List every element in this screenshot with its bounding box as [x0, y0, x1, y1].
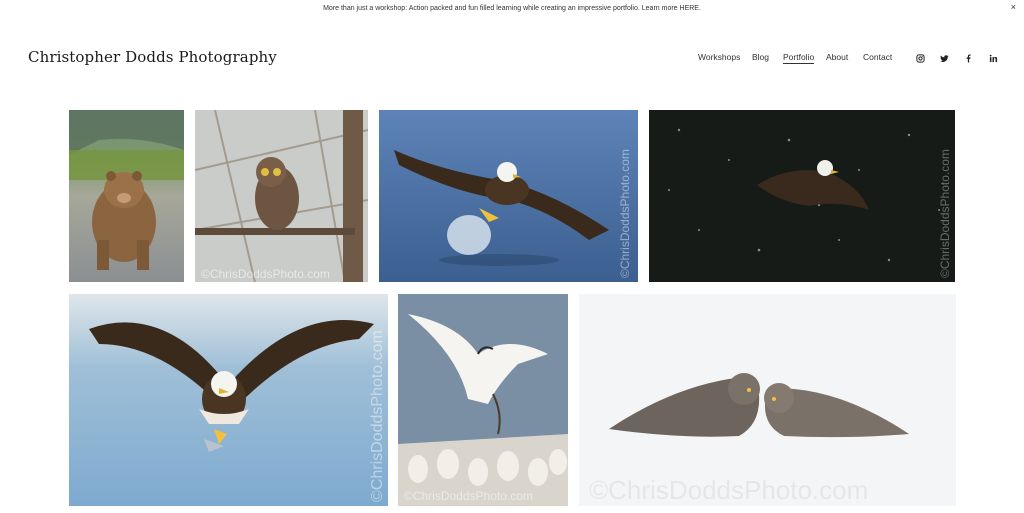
bear-cub-image — [69, 110, 184, 282]
nav-contact[interactable]: Contact — [863, 52, 892, 62]
watermark: ©ChrisDoddsPhoto.com — [589, 475, 868, 505]
photo-great-grey-owls[interactable]: ©ChrisDoddsPhoto.com — [579, 294, 956, 506]
photo-eagle-snowfall[interactable]: ©ChrisDoddsPhoto.com — [649, 110, 955, 282]
eagle-fish-image: ©ChrisDoddsPhoto.com — [69, 294, 388, 506]
gannets-image: ©ChrisDoddsPhoto.com — [398, 294, 568, 506]
nav-blog[interactable]: Blog — [752, 52, 769, 62]
watermark: ©ChrisDoddsPhoto.com — [618, 149, 632, 278]
photo-gannets[interactable]: ©ChrisDoddsPhoto.com — [398, 294, 568, 506]
nav-workshops[interactable]: Workshops — [698, 52, 740, 62]
eagle-fishing-image: ©ChrisDoddsPhoto.com — [379, 110, 638, 282]
nav-about[interactable]: About — [826, 52, 848, 62]
watermark: ©ChrisDoddsPhoto.com — [369, 330, 386, 502]
announcement-text[interactable]: More than just a workshop: Action packed… — [323, 5, 701, 12]
photo-eagle-fishing[interactable]: ©ChrisDoddsPhoto.com — [379, 110, 638, 282]
main-nav: Workshops Blog Portfolio About Contact — [0, 52, 1024, 66]
nav-portfolio[interactable]: Portfolio — [783, 52, 815, 64]
instagram-icon[interactable] — [915, 53, 925, 63]
photo-eagle-fish[interactable]: ©ChrisDoddsPhoto.com — [69, 294, 388, 506]
close-icon[interactable]: × — [1011, 2, 1016, 12]
watermark: ©ChrisDoddsPhoto.com — [404, 489, 533, 503]
photo-bear-cub[interactable] — [69, 110, 184, 282]
watermark: ©ChrisDoddsPhoto.com — [938, 149, 952, 278]
facebook-icon[interactable] — [963, 53, 973, 63]
announcement-bar[interactable]: More than just a workshop: Action packed… — [0, 0, 1024, 16]
photo-owl-branch[interactable]: ©ChrisDoddsPhoto.com — [195, 110, 368, 282]
eagle-snowfall-image: ©ChrisDoddsPhoto.com — [649, 110, 955, 282]
great-grey-owls-image: ©ChrisDoddsPhoto.com — [579, 294, 956, 506]
owl-branch-image: ©ChrisDoddsPhoto.com — [195, 110, 368, 282]
twitter-icon[interactable] — [939, 53, 949, 63]
linkedin-icon[interactable] — [988, 53, 998, 63]
